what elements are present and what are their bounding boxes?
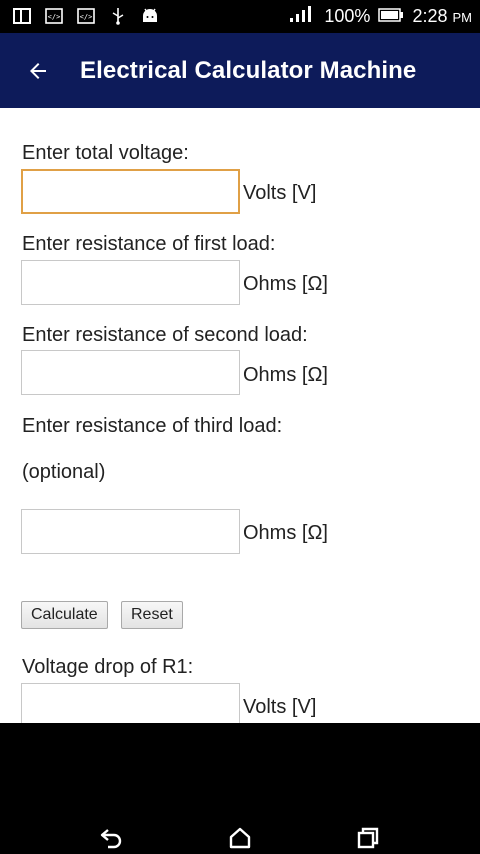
battery-percent: 100%	[324, 6, 371, 26]
battery-icon	[378, 6, 404, 27]
vdrop-r1-unit: Volts [V]	[243, 696, 317, 718]
notification-icons: </> </>	[12, 6, 160, 26]
code-icon: </>	[76, 6, 96, 26]
nav-home-button[interactable]	[220, 818, 260, 854]
vdrop-r1-output[interactable]	[21, 683, 240, 723]
svg-text:</>: </>	[80, 13, 93, 21]
page-title: Electrical Calculator Machine	[80, 56, 417, 84]
clock-time: 2:28	[412, 6, 448, 26]
r1-input[interactable]	[21, 260, 240, 305]
r1-label: Enter resistance of first load:	[22, 233, 276, 255]
nav-back-button[interactable]	[92, 818, 132, 854]
recents-icon	[357, 827, 379, 849]
r3-unit: Ohms [Ω]	[243, 522, 328, 544]
clock: 2:28 PM	[412, 6, 472, 27]
r2-label: Enter resistance of second load:	[22, 324, 308, 346]
r3-label: Enter resistance of third load:	[22, 415, 283, 437]
status-bar: </> </> 100% 2:28 PM	[0, 0, 480, 33]
r1-unit: Ohms [Ω]	[243, 273, 328, 295]
voltage-input[interactable]	[21, 169, 240, 214]
clock-ampm: PM	[452, 10, 473, 25]
home-icon	[229, 827, 251, 849]
r2-unit: Ohms [Ω]	[243, 364, 328, 386]
nav-recents-button[interactable]	[348, 818, 388, 854]
system-nav-bar	[0, 723, 480, 854]
r3-optional-note: (optional)	[22, 461, 106, 483]
back-button[interactable]	[16, 49, 60, 93]
signal-icon	[288, 5, 316, 28]
svg-text:</>: </>	[48, 13, 61, 21]
arrow-left-icon	[30, 62, 46, 79]
voltage-unit: Volts [V]	[243, 182, 317, 204]
window-icon	[12, 6, 32, 26]
reset-button[interactable]: Reset	[121, 601, 183, 629]
calculate-button[interactable]: Calculate	[21, 601, 108, 629]
r2-input[interactable]	[21, 350, 240, 395]
code-icon: </>	[44, 6, 64, 26]
voltage-label: Enter total voltage:	[22, 142, 189, 164]
r3-input[interactable]	[21, 509, 240, 554]
vdrop-r1-label: Voltage drop of R1:	[22, 656, 194, 678]
app-bar: Electrical Calculator Machine	[0, 33, 480, 108]
usb-icon	[108, 6, 128, 26]
calculator-form: Enter total voltage: Volts [V] Enter res…	[0, 108, 480, 723]
back-icon	[100, 829, 122, 849]
android-icon	[140, 6, 160, 26]
